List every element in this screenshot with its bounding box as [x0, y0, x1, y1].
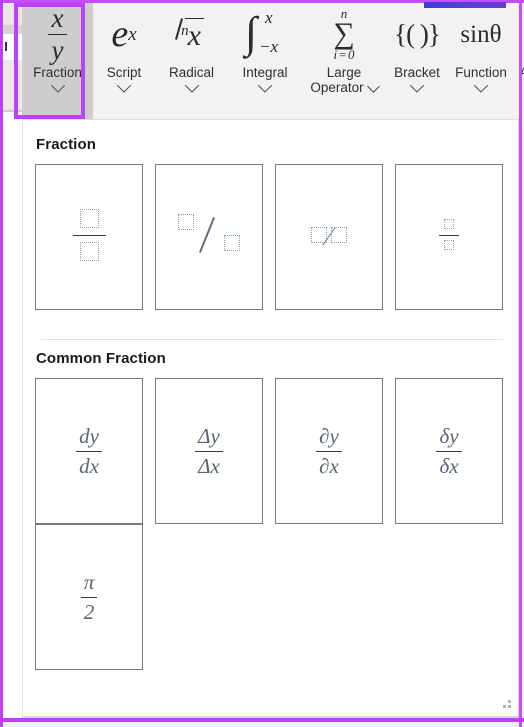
ribbon-button-integral[interactable]: ∫ x −x Integral: [228, 3, 302, 120]
gallery-tile-partial-y-x[interactable]: ∂y ∂x: [275, 378, 383, 524]
chevron-down-icon[interactable]: [116, 78, 132, 93]
annotation-border-left: [0, 0, 3, 727]
grip-dot: [508, 700, 511, 703]
fraction-numerator: π: [83, 569, 95, 594]
gallery-tile-skewed-fraction[interactable]: [155, 164, 263, 310]
placeholder-stacked-fraction: [72, 208, 106, 266]
fraction-xy-icon: xy: [47, 3, 68, 65]
fraction-denominator: 2: [80, 596, 98, 625]
placeholder-small-fraction: [439, 219, 459, 255]
fraction-partial-y-x: ∂y ∂x: [316, 424, 342, 479]
active-tab-underline: [424, 2, 506, 8]
ribbon-button-label-large-operator: Large: [326, 65, 362, 80]
ruler-tick-marker: [5, 42, 7, 51]
panel-resize-grip[interactable]: [503, 700, 515, 712]
placeholder-linear-fraction: ⁄: [310, 224, 348, 250]
fraction-denominator: Δx: [195, 450, 223, 479]
ribbon-button-bracket[interactable]: {( )} Bracket: [386, 3, 448, 120]
ribbon-button-fraction[interactable]: x y Fraction: [22, 3, 93, 120]
ribbon-button-large-operator[interactable]: n ∑ i = 0 Large Operator: [302, 3, 386, 120]
chevron-down-icon[interactable]: [184, 78, 199, 93]
equation-ribbon: x y Fraction e x Script n x Radical ∫ x −x Integral n…: [22, 3, 524, 120]
gallery-tile-delta-l-y-x[interactable]: δy δx: [395, 378, 503, 524]
equation-fraction-gallery-window: x y Fraction e x Script n x Radical ∫ x −x Integral n…: [0, 0, 524, 727]
gallery-tile-delta-y-x[interactable]: Δy Δx: [155, 378, 263, 524]
chevron-down-icon[interactable]: [50, 78, 65, 93]
integral-icon: ∫ x −x: [245, 8, 279, 57]
fraction-denominator: δx: [436, 450, 462, 479]
ribbon-button-row: x y Fraction e x Script n x Radical ∫ x −x Integral n…: [22, 3, 524, 120]
gallery-tile-pi-over-2[interactable]: π2: [35, 524, 143, 670]
grip-dot: [508, 705, 511, 708]
document-top-band: [3, 0, 22, 25]
fraction-stack: π2: [80, 569, 98, 625]
gallery-tile-stacked-fraction[interactable]: [35, 164, 143, 310]
ribbon-button-function[interactable]: sinθ Function: [448, 3, 514, 120]
placeholder-skewed-fraction: [178, 212, 240, 263]
gallery-section-title-common-fraction: Common Fraction: [36, 350, 166, 367]
document-page-band: [3, 60, 22, 110]
chevron-down-icon[interactable]: [473, 78, 489, 93]
gallery-tile-dy-dx[interactable]: dy dx: [35, 378, 143, 524]
gallery-tile-linear-fraction[interactable]: ⁄: [275, 164, 383, 310]
fraction-delta-y-x: Δy Δx: [195, 424, 223, 479]
fraction-dy-dx: dy dx: [76, 424, 102, 479]
fraction-stack: ∂y ∂x: [316, 424, 342, 479]
chevron-down-icon[interactable]: [366, 80, 380, 93]
ribbon-button-radical[interactable]: n x Radical: [155, 3, 228, 120]
grip-dot: [503, 705, 506, 708]
fraction-numerator: δy: [439, 423, 459, 448]
bracket-icon: {( )}: [394, 18, 441, 49]
fraction-numerator: ∂y: [319, 423, 339, 448]
script-exponent-icon: ex: [111, 13, 137, 55]
fraction-denominator: dx: [76, 450, 102, 479]
fraction-denominator: ∂x: [316, 450, 342, 479]
fraction-stack: δy δx: [436, 423, 462, 479]
document-ruler: [3, 25, 22, 34]
fraction-stack: Δy Δx: [195, 424, 223, 479]
chevron-down-icon[interactable]: [257, 78, 273, 93]
gallery-tile-small-fraction[interactable]: [395, 164, 503, 310]
document-body-area: [3, 112, 22, 727]
fraction-delta-l-y-x: δy δx: [436, 423, 462, 479]
ribbon-button-label2-large-operator: Operator: [310, 80, 380, 96]
large-operator-sigma-icon: n ∑ i = 0: [333, 6, 355, 62]
document-edge-sliver: [3, 0, 22, 727]
fraction-numerator: Δy: [198, 423, 220, 448]
fraction-gallery-panel: Fraction ⁄ Common Fraction dy dx Δy Δx ∂y ∂x δy δx…: [22, 120, 519, 718]
section-divider: [41, 339, 503, 340]
radical-nth-root-icon: nx: [174, 3, 204, 65]
annotation-border-bottom: [0, 718, 524, 722]
fraction-stack: dy dx: [76, 424, 102, 479]
annotation-bottom-filler: [0, 722, 524, 727]
ribbon-button-script[interactable]: e x Script: [93, 3, 155, 120]
gallery-section-title-fraction: Fraction: [36, 136, 96, 153]
fraction-numerator: dy: [79, 423, 99, 448]
annotation-border-right: [519, 0, 522, 727]
fraction-pi-over-2: π2: [80, 569, 98, 625]
chevron-down-icon[interactable]: [409, 78, 425, 93]
function-sin-icon: sinθ: [460, 20, 502, 48]
